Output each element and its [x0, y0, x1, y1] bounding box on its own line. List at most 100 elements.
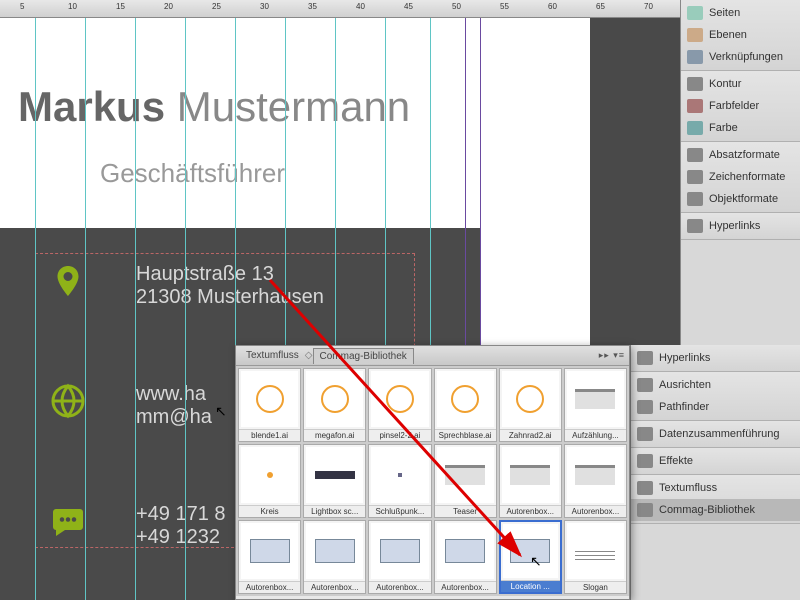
panel-item[interactable]: Effekte: [631, 450, 800, 472]
library-item[interactable]: blende1.ai: [238, 368, 301, 442]
library-item[interactable]: megafon.ai: [303, 368, 366, 442]
panel-icon: [637, 454, 653, 468]
panel-label: Commag-Bibliothek: [659, 504, 755, 516]
speech-icon: [50, 503, 86, 539]
library-item-label: blende1.ai: [239, 429, 300, 441]
panel-controls[interactable]: ▸▸ ▾≡: [599, 350, 625, 361]
library-item[interactable]: pinsel2-2.ai: [368, 368, 431, 442]
tab-textumfluss[interactable]: Textumfluss: [240, 348, 305, 363]
panel-item[interactable]: Textumfluss: [631, 477, 800, 499]
panel-icon: [637, 481, 653, 495]
phone2: +49 1232: [136, 526, 226, 549]
library-item-label: Lightbox sc...: [304, 505, 365, 517]
card-job-title[interactable]: Geschäftsführer: [100, 158, 285, 189]
address-line2: 21308 Musterhausen: [136, 286, 324, 309]
library-item-label: Zahnrad2.ai: [500, 429, 561, 441]
library-item[interactable]: Autorenbox...: [434, 520, 497, 594]
panel-label: Farbfelder: [709, 100, 759, 112]
library-item[interactable]: Location ...: [499, 520, 562, 594]
panel-label: Seiten: [709, 7, 740, 19]
panel-label: Effekte: [659, 455, 693, 467]
panel-item[interactable]: Objektformate: [681, 188, 800, 210]
panel-item[interactable]: Hyperlinks: [631, 347, 800, 369]
library-item-label: Aufzählung...: [565, 429, 626, 441]
library-item[interactable]: Schlußpunk...: [368, 444, 431, 518]
library-item[interactable]: Autorenbox...: [238, 520, 301, 594]
panel-icon: [687, 99, 703, 113]
library-item[interactable]: Autorenbox...: [368, 520, 431, 594]
website: www.ha: [136, 383, 212, 406]
library-item-label: Kreis: [239, 505, 300, 517]
panel-label: Ebenen: [709, 29, 747, 41]
library-item[interactable]: Aufzählung...: [564, 368, 627, 442]
library-item[interactable]: Lightbox sc...: [303, 444, 366, 518]
phone1: +49 171 8: [136, 503, 226, 526]
panel-item[interactable]: Commag-Bibliothek: [631, 499, 800, 521]
panel-label: Verknüpfungen: [709, 51, 783, 63]
panel-label: Farbe: [709, 122, 738, 134]
library-item[interactable]: Autorenbox...: [564, 444, 627, 518]
panel-icon: [687, 28, 703, 42]
panel-item[interactable]: Zeichenformate: [681, 166, 800, 188]
library-item-label: Location ...: [501, 580, 560, 592]
panel-icon: [687, 50, 703, 64]
panel-item[interactable]: Absatzformate: [681, 144, 800, 166]
panel-icon: [637, 378, 653, 392]
card-name[interactable]: Markus Mustermann: [18, 83, 410, 131]
panel-item[interactable]: Farbe: [681, 117, 800, 139]
library-item-label: Slogan: [565, 581, 626, 593]
library-item[interactable]: Teaser: [434, 444, 497, 518]
library-item-label: Autorenbox...: [435, 581, 496, 593]
panel-item[interactable]: Seiten: [681, 2, 800, 24]
panel-icon: [637, 351, 653, 365]
panel-item[interactable]: Datenzusammenführung: [631, 423, 800, 445]
panel-item[interactable]: Kontur: [681, 73, 800, 95]
panel-icon: [687, 121, 703, 135]
panel-icon: [687, 170, 703, 184]
panel-item[interactable]: Verknüpfungen: [681, 46, 800, 68]
panel-icon: [637, 400, 653, 414]
panel-item[interactable]: Hyperlinks: [681, 215, 800, 237]
library-tabs[interactable]: Textumfluss ◇ Commag-Bibliothek ▸▸ ▾≡: [236, 346, 629, 366]
panel-label: Pathfinder: [659, 401, 709, 413]
library-item[interactable]: Autorenbox...: [303, 520, 366, 594]
panel-icon: [687, 6, 703, 20]
panel-label: Ausrichten: [659, 379, 711, 391]
library-item-label: Autorenbox...: [239, 581, 300, 593]
panel-icon: [637, 503, 653, 517]
contact-phone[interactable]: +49 171 8 +49 1232: [50, 503, 226, 549]
library-item-label: Teaser: [435, 505, 496, 517]
panel-item[interactable]: Pathfinder: [631, 396, 800, 418]
panel-label: Kontur: [709, 78, 741, 90]
library-grid[interactable]: blende1.ai megafon.aipinsel2-2.aiSprechbl…: [236, 366, 629, 596]
first-name: Markus: [18, 83, 165, 130]
panel-icon: [687, 219, 703, 233]
panel-label: Absatzformate: [709, 149, 780, 161]
library-item[interactable]: Zahnrad2.ai: [499, 368, 562, 442]
library-item[interactable]: Sprechblase.ai: [434, 368, 497, 442]
tab-commag-bibliothek[interactable]: Commag-Bibliothek: [313, 348, 414, 364]
pin-icon: [50, 263, 86, 299]
panel-label: Hyperlinks: [709, 220, 760, 232]
panel-item[interactable]: Ebenen: [681, 24, 800, 46]
panel-item[interactable]: Farbfelder: [681, 95, 800, 117]
library-item-label: megafon.ai: [304, 429, 365, 441]
library-panel[interactable]: Textumfluss ◇ Commag-Bibliothek ▸▸ ▾≡ bl…: [235, 345, 630, 600]
panels-dock-right-lower[interactable]: Hyperlinks Ausrichten Pathfinder Datenzusam…: [630, 345, 800, 600]
panel-label: Objektformate: [709, 193, 778, 205]
panel-item[interactable]: Ausrichten: [631, 374, 800, 396]
library-item[interactable]: Autorenbox...: [499, 444, 562, 518]
ruler-horizontal[interactable]: 510152025303540455055606570: [0, 0, 680, 18]
library-item-label: Autorenbox...: [369, 581, 430, 593]
library-item-label: Autorenbox...: [500, 505, 561, 517]
contact-web[interactable]: www.ha mm@ha: [50, 383, 212, 429]
email: mm@ha: [136, 406, 212, 429]
library-item-label: Autorenbox...: [304, 581, 365, 593]
library-item[interactable]: Slogan: [564, 520, 627, 594]
contact-address[interactable]: Hauptstraße 13 21308 Musterhausen: [50, 263, 324, 309]
panel-icon: [687, 77, 703, 91]
last-name: Mustermann: [177, 83, 410, 130]
panel-icon: [687, 148, 703, 162]
address-line1: Hauptstraße 13: [136, 263, 324, 286]
library-item[interactable]: Kreis: [238, 444, 301, 518]
